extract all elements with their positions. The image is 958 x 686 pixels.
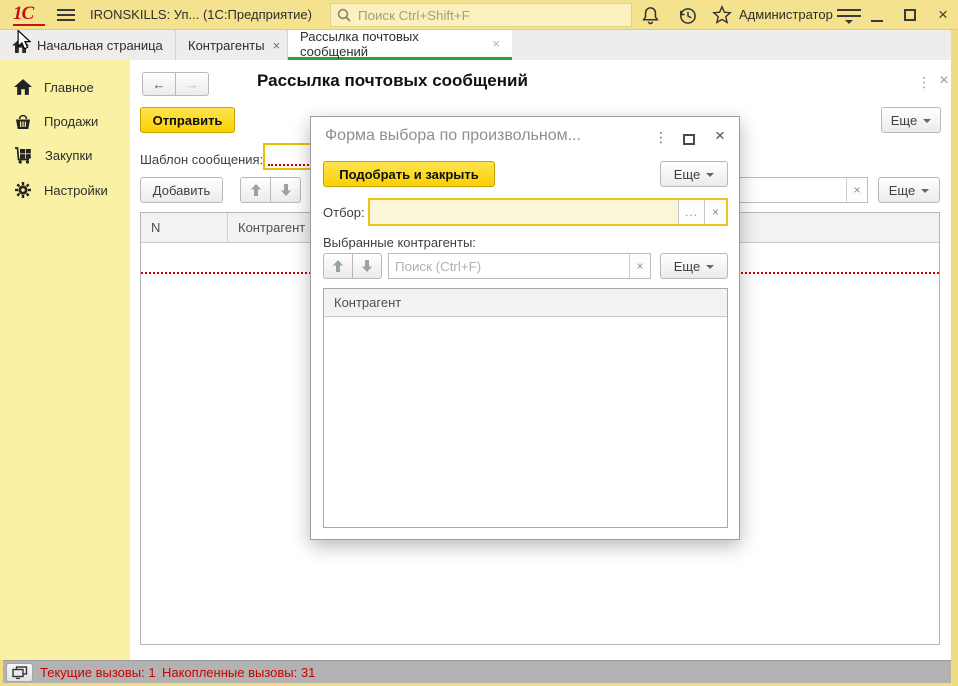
- clear-filter-icon[interactable]: ×: [704, 200, 726, 224]
- dialog-maximize-icon[interactable]: [683, 134, 695, 145]
- global-search-input[interactable]: [356, 7, 625, 24]
- sidebar-item-zakupki[interactable]: Закупки: [0, 140, 130, 170]
- status-bar: Текущие вызовы: 1 Накопленные вызовы: 31: [0, 660, 958, 683]
- back-arrow-icon[interactable]: ←: [142, 72, 176, 96]
- send-button[interactable]: Отправить: [140, 107, 235, 133]
- sidebar-item-label: Настройки: [44, 183, 108, 198]
- filter-input[interactable]: [370, 200, 678, 224]
- dialog-more-button[interactable]: Еще: [660, 161, 728, 187]
- template-field-label: Шаблон сообщения:: [140, 147, 263, 173]
- tab-close-icon[interactable]: ×: [492, 37, 500, 50]
- filter-label: Отбор:: [323, 200, 365, 226]
- tab-label: Начальная страница: [37, 38, 163, 53]
- service-menu-icon[interactable]: [837, 9, 861, 23]
- current-calls-label: Текущие вызовы: 1: [40, 661, 156, 684]
- 1c-logo-icon: 1С: [13, 4, 45, 26]
- dialog-close-icon[interactable]: ×: [711, 126, 729, 148]
- column-header-n[interactable]: N: [141, 213, 228, 242]
- mouse-cursor: [17, 30, 31, 53]
- tab-close-icon[interactable]: ×: [273, 39, 281, 52]
- accumulated-calls-label: Накопленные вызовы: 31: [162, 661, 315, 684]
- clear-search-icon[interactable]: ×: [629, 254, 650, 278]
- window-minimize-icon[interactable]: [869, 8, 885, 24]
- sidebar-item-nastroyki[interactable]: Настройки: [0, 175, 130, 205]
- choose-ellipsis-icon[interactable]: ...: [678, 200, 704, 224]
- sales-basket-icon: [14, 113, 32, 130]
- notifications-bell-icon[interactable]: [639, 4, 661, 26]
- home-icon: [14, 79, 32, 95]
- tab-rassylka[interactable]: Рассылка почтовых сообщений ×: [288, 30, 512, 60]
- selection-dialog: Форма выбора по произвольном... ⋮ × Подо…: [310, 116, 740, 540]
- selected-kontragenty-table: Контрагент: [323, 288, 728, 528]
- tab-label: Контрагенты: [188, 38, 265, 53]
- sidebar-item-glavnoe[interactable]: Главное: [0, 72, 130, 102]
- form-close-icon[interactable]: ×: [936, 72, 952, 90]
- tab-label: Рассылка почтовых сообщений: [300, 29, 484, 59]
- dialog-search-input[interactable]: [389, 254, 629, 278]
- nav-history-buttons: ← →: [142, 72, 209, 96]
- move-up-icon[interactable]: [323, 253, 353, 279]
- tab-bar: Начальная страница Контрагенты × Рассылк…: [0, 30, 958, 60]
- tab-kontragenty[interactable]: Контрагенты ×: [176, 30, 288, 60]
- page-title: Рассылка почтовых сообщений: [257, 66, 528, 96]
- window-maximize-icon[interactable]: [904, 9, 916, 21]
- pick-and-close-button[interactable]: Подобрать и закрыть: [323, 161, 495, 187]
- dialog-search-box[interactable]: ×: [388, 253, 651, 279]
- clear-search-icon[interactable]: ×: [846, 178, 867, 202]
- add-button[interactable]: Добавить: [140, 177, 223, 203]
- global-search-box[interactable]: [330, 3, 632, 27]
- favorites-star-icon[interactable]: [711, 4, 733, 26]
- form-kebab-menu-icon[interactable]: ⋮: [917, 74, 931, 91]
- window-frame-left: [0, 660, 3, 686]
- dialog-title: Форма выбора по произвольном...: [325, 127, 581, 145]
- form-more-button[interactable]: Еще: [881, 107, 941, 133]
- main-menu-icon[interactable]: [57, 9, 75, 21]
- dropdown-caret-icon: [921, 189, 929, 193]
- window-frame-right: [951, 30, 958, 686]
- dialog-kebab-menu-icon[interactable]: ⋮: [654, 129, 666, 146]
- move-up-icon[interactable]: [240, 177, 271, 203]
- titlebar: 1С IRONSKILLS: Уп... (1С:Предприятие) Ад…: [0, 0, 958, 30]
- dialog-row-move-buttons: [323, 253, 382, 279]
- performance-monitor-icon[interactable]: [6, 663, 33, 682]
- sidebar: Главное Продажи Закупки Настройки: [0, 60, 130, 660]
- dropdown-caret-icon: [923, 119, 931, 123]
- purchases-cart-icon: [14, 147, 33, 164]
- sidebar-item-label: Закупки: [45, 148, 92, 163]
- row-move-buttons: [240, 177, 301, 203]
- filter-input-group: ... ×: [368, 198, 728, 226]
- app-title: IRONSKILLS: Уп... (1С:Предприятие): [90, 0, 312, 30]
- current-user-label[interactable]: Администратор: [739, 0, 833, 30]
- dropdown-caret-icon: [706, 265, 714, 269]
- search-icon: [337, 8, 351, 22]
- gear-icon: [14, 181, 32, 199]
- sidebar-item-label: Главное: [44, 80, 94, 95]
- app-window: 1С IRONSKILLS: Уп... (1С:Предприятие) Ад…: [0, 0, 958, 686]
- window-close-icon[interactable]: ×: [933, 0, 953, 30]
- history-icon[interactable]: [676, 4, 698, 26]
- column-header-kontragent[interactable]: Контрагент: [324, 289, 727, 316]
- move-down-icon[interactable]: [270, 177, 301, 203]
- sidebar-item-prodazhi[interactable]: Продажи: [0, 106, 130, 136]
- list-more-button[interactable]: Еще: [878, 177, 940, 203]
- sidebar-item-label: Продажи: [44, 114, 98, 129]
- move-down-icon[interactable]: [352, 253, 382, 279]
- dialog-list-more-button[interactable]: Еще: [660, 253, 728, 279]
- forward-arrow-icon[interactable]: →: [175, 72, 209, 96]
- dropdown-caret-icon: [706, 173, 714, 177]
